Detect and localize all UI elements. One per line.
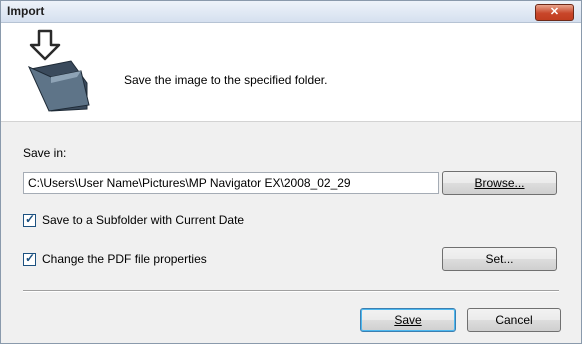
header-banner: Save the image to the specified folder. [1,23,581,122]
pdf-checkbox-label: Change the PDF file properties [42,252,207,266]
save-button-label: Save [394,313,422,327]
close-button[interactable]: ✕ [535,4,574,21]
subfolder-date-checkbox[interactable]: ✓ Save to a Subfolder with Current Date [23,212,244,228]
save-button[interactable]: Save [360,308,456,332]
subfolder-checkbox-label: Save to a Subfolder with Current Date [42,213,245,227]
browse-button-label: Browse... [474,176,525,190]
import-dialog: Import ✕ Save the image to the specified… [0,0,582,344]
save-path-field[interactable]: C:\Users\User Name\Pictures\MP Navigator… [23,172,439,194]
cancel-button-label: Cancel [495,313,533,327]
save-in-label: Save in: [23,146,67,160]
pdf-checkbox-box[interactable]: ✓ [23,250,36,266]
checkmark-icon: ✓ [25,211,36,226]
set-button[interactable]: Set... [442,247,557,271]
subfolder-checkbox-box[interactable]: ✓ [23,211,36,227]
header-description: Save the image to the specified folder. [124,73,328,87]
checkmark-icon: ✓ [25,250,36,265]
dialog-title: Import [7,4,45,18]
title-bar[interactable]: Import ✕ [1,1,581,23]
cancel-button[interactable]: Cancel [467,308,561,332]
browse-button[interactable]: Browse... [442,171,557,195]
download-folder-icon [27,29,90,112]
pdf-properties-checkbox[interactable]: ✓ Change the PDF file properties [23,251,207,267]
set-button-label: Set... [485,252,514,266]
separator [23,290,559,292]
